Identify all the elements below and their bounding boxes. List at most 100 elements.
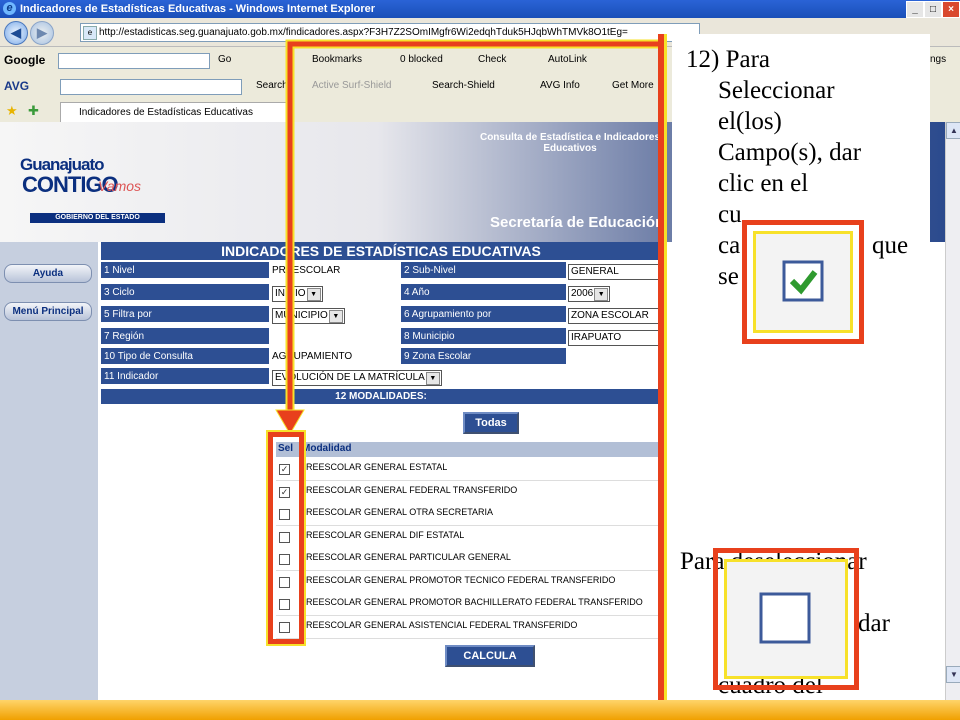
go-button[interactable]: Go: [218, 51, 231, 69]
instruction-line: Seleccionar: [718, 77, 835, 104]
modalidad-label: PREESCOLAR GENERAL DIF ESTATAL: [300, 529, 465, 540]
google-search-input[interactable]: [58, 53, 210, 69]
value-subnivel-cell: GENERAL: [566, 262, 663, 280]
slide-footer-bar: [0, 700, 960, 720]
avg-info-button[interactable]: AVG Info: [540, 77, 580, 95]
modalidad-label: PREESCOLAR GENERAL PROMOTOR BACHILLERATO…: [300, 597, 643, 607]
menu-principal-button[interactable]: Menú Principal: [4, 302, 92, 321]
modalidad-label: PREESCOLAR GENERAL PARTICULAR GENERAL: [300, 552, 511, 562]
label-zona-escolar: 9 Zona Escolar: [401, 348, 566, 366]
add-favorites-icon[interactable]: ✚: [28, 103, 39, 119]
search-shield-button[interactable]: Search-Shield: [432, 77, 495, 95]
modalidad-label: PREESCOLAR GENERAL FEDERAL TRANSFERIDO: [300, 484, 518, 495]
instruction-line: 12) Para: [686, 46, 770, 73]
table-row[interactable]: PREESCOLAR GENERAL PARTICULAR GENERAL: [276, 548, 661, 571]
modalidad-label: PREESCOLAR GENERAL OTRA SECRETARIA: [300, 507, 494, 517]
forward-icon[interactable]: ▶: [30, 21, 54, 45]
municipio-field[interactable]: IRAPUATO: [568, 330, 660, 346]
chevron-down-icon[interactable]: ▼: [425, 372, 440, 385]
tab-label: Indicadores de Estadísticas Educativas: [79, 107, 253, 118]
indicador-select[interactable]: EVOLUCIÓN DE LA MATRÍCULA ▼: [272, 370, 442, 386]
address-text: http://estadisticas.seg.guanajuato.gob.m…: [99, 27, 628, 38]
minimize-button[interactable]: _: [906, 1, 924, 18]
filtra-cell: MUNICIPIO ▼: [270, 306, 402, 324]
instruction-line: el(los): [718, 108, 782, 135]
table-row[interactable]: PREESCOLAR GENERAL PROMOTOR BACHILLERATO…: [276, 593, 661, 616]
todas-button[interactable]: Todas: [463, 412, 519, 434]
chevron-down-icon[interactable]: ▼: [594, 288, 609, 301]
anio-cell: 2006 ▼: [566, 284, 663, 302]
checked-checkbox-example: [753, 231, 853, 333]
col-modalidad: Modalidad: [302, 443, 352, 454]
check-button[interactable]: Check: [478, 51, 506, 69]
back-icon[interactable]: ◀: [4, 21, 28, 45]
avg-search-input[interactable]: [60, 79, 242, 95]
ciclo-select[interactable]: INICIO ▼: [272, 286, 323, 302]
popup-blocked-button[interactable]: 0 blocked: [400, 51, 443, 69]
google-logo: Google: [4, 53, 46, 67]
instruction-line: Campo(s), dar: [718, 139, 862, 166]
unchecked-checkbox-example: [724, 559, 848, 679]
instruction-line: que: [872, 232, 909, 259]
chevron-down-icon[interactable]: ▼: [306, 288, 321, 301]
autolink-button[interactable]: AutoLink: [548, 51, 587, 69]
anio-select-value: 2006: [571, 288, 594, 299]
modalidad-label: PREESCOLAR GENERAL ASISTENCIAL FEDERAL T…: [300, 619, 578, 630]
label-anio: 4 Año: [401, 284, 566, 302]
table-row[interactable]: PREESCOLAR GENERAL ASISTENCIAL FEDERAL T…: [276, 615, 661, 639]
window-title: Indicadores de Estadísticas Educativas -…: [20, 3, 376, 15]
page-scrollbar[interactable]: ▲ ▼: [945, 122, 960, 720]
table-row[interactable]: ✓ PREESCOLAR GENERAL FEDERAL TRANSFERIDO: [276, 480, 661, 504]
label-nivel: 1 Nivel: [101, 262, 269, 280]
modalidades-header: 12 MODALIDADES:: [101, 389, 661, 404]
checked-example-frame: [742, 220, 864, 344]
avg-logo: AVG: [4, 79, 30, 93]
scroll-up-icon[interactable]: ▲: [946, 122, 960, 139]
label-region: 7 Región: [101, 328, 269, 346]
label-filtra: 5 Filtra por: [101, 306, 269, 324]
ayuda-button[interactable]: Ayuda: [4, 264, 92, 283]
label-ciclo: 3 Ciclo: [101, 284, 269, 302]
active-surf-shield[interactable]: Active Surf-Shield: [312, 77, 391, 95]
checkbox-column-highlight-outer: [266, 430, 306, 646]
bookmarks-button[interactable]: Bookmarks: [312, 51, 362, 69]
value-nivel: PREESCOLAR: [272, 265, 341, 276]
label-indicador: 11 Indicador: [101, 368, 269, 386]
ciclo-select-value: INICIO: [275, 288, 306, 299]
value-tipo-consulta: AGRUPAMIENTO: [272, 351, 353, 362]
logo-vamos: Vamos: [98, 178, 142, 194]
table-row[interactable]: PREESCOLAR GENERAL PROMOTOR TECNICO FEDE…: [276, 570, 661, 594]
favorites-star-icon[interactable]: ★: [6, 103, 18, 119]
municipio-cell: IRAPUATO: [566, 328, 663, 346]
page-icon: e: [83, 26, 97, 40]
scroll-down-icon[interactable]: ▼: [946, 666, 960, 683]
settings-button[interactable]: ngs: [930, 51, 946, 69]
instruction-line: clic en el: [718, 170, 809, 197]
chevron-down-icon[interactable]: ▼: [328, 310, 343, 323]
label-agrupamiento: 6 Agrupamiento por: [401, 306, 566, 324]
form-title: INDICADORES DE ESTADÍSTICAS EDUCATIVAS: [101, 242, 661, 260]
avg-search-button[interactable]: Search: [256, 77, 288, 95]
agrupamiento-field[interactable]: ZONA ESCOLAR: [568, 308, 660, 324]
modalidad-label: PREESCOLAR GENERAL ESTATAL: [300, 462, 448, 472]
instruction-line: ca: [718, 232, 741, 259]
table-row[interactable]: PREESCOLAR GENERAL OTRA SECRETARIA: [276, 503, 661, 526]
close-button[interactable]: ×: [942, 1, 960, 18]
header-consulta: Consulta de Estadística e Indicadores Ed…: [479, 132, 661, 154]
subnivel-field[interactable]: GENERAL: [568, 264, 660, 280]
ie-logo-icon: e: [3, 2, 16, 15]
ciclo-cell: INICIO ▼: [270, 284, 402, 302]
window-title-bar: e Indicadores de Estadísticas Educativas…: [0, 0, 960, 18]
table-row[interactable]: PREESCOLAR GENERAL DIF ESTATAL: [276, 525, 661, 549]
maximize-button[interactable]: □: [924, 1, 942, 18]
modalidad-label: PREESCOLAR GENERAL PROMOTOR TECNICO FEDE…: [300, 574, 616, 585]
anio-select[interactable]: 2006 ▼: [568, 286, 611, 302]
filtra-select[interactable]: MUNICIPIO ▼: [272, 308, 345, 324]
calcula-button[interactable]: CALCULA: [445, 645, 535, 667]
header-secretaria: Secretaría de Educación: [490, 214, 665, 231]
get-more-button[interactable]: Get More: [612, 77, 654, 95]
table-row[interactable]: ✓ PREESCOLAR GENERAL ESTATAL: [276, 458, 661, 481]
address-input[interactable]: e http://estadisticas.seg.guanajuato.gob…: [80, 23, 700, 42]
label-municipio: 8 Municipio: [401, 328, 566, 346]
tab-indicadores[interactable]: Indicadores de Estadísticas Educativas: [60, 102, 290, 122]
